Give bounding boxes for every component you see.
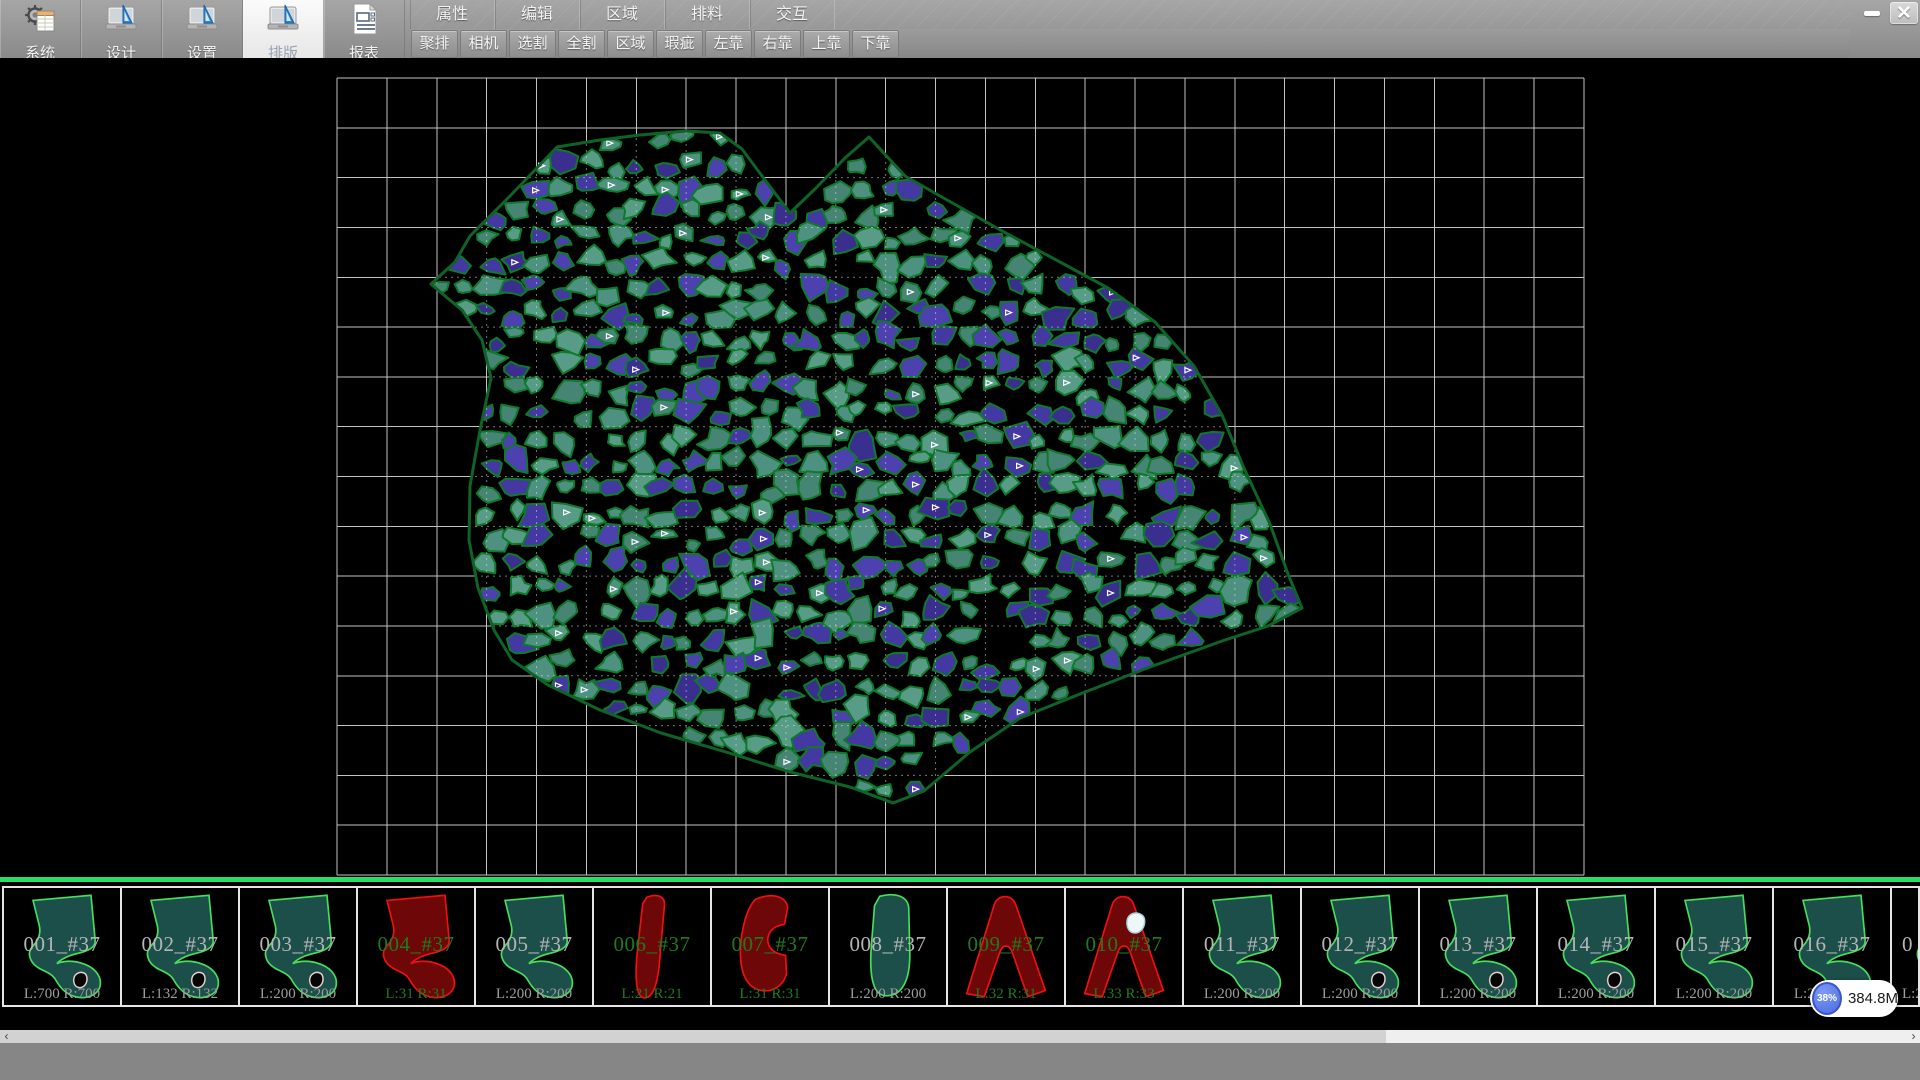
piece-id-label: 011_#37 xyxy=(1184,932,1300,957)
bottom-status-band xyxy=(0,1043,1920,1080)
design-ruler-icon xyxy=(104,0,138,41)
tool-button-全割[interactable]: 全割 xyxy=(558,30,605,58)
piece-thumbnail-5[interactable]: 005_#37 L:200 R:200 xyxy=(476,888,594,1005)
piece-thumbnail-13[interactable]: 013_#37 L:200 R:200 xyxy=(1420,888,1538,1005)
piece-id-label: 006_#37 xyxy=(594,932,710,957)
piece-id-label: 014_#37 xyxy=(1538,932,1654,957)
close-icon: ✕ xyxy=(1896,4,1912,23)
tool-button-区域[interactable]: 区域 xyxy=(607,30,654,58)
piece-thumbnail-15[interactable]: 015_#37 L:200 R:200 xyxy=(1656,888,1774,1005)
piece-thumbnail-4[interactable]: 004_#37 L:31 R:31 xyxy=(358,888,476,1005)
piece-counts-label: L:200 R:200 xyxy=(830,986,946,1003)
piece-counts-label: L:31 R:31 xyxy=(712,986,828,1003)
main-button-系统[interactable]: 系统 xyxy=(0,0,81,58)
tool-button-聚排[interactable]: 聚排 xyxy=(411,30,458,58)
tool-button-右靠[interactable]: 右靠 xyxy=(754,30,801,58)
piece-counts-label: L:700 R:700 xyxy=(4,986,120,1003)
scrollbar-thumb[interactable] xyxy=(13,1030,1386,1043)
tool-buttons-row: 聚排相机选割全割区域瑕疵左靠右靠上靠下靠 xyxy=(410,29,1850,59)
piece-id-label: 012_#37 xyxy=(1302,932,1418,957)
piece-counts-label: L:21 R:21 xyxy=(594,986,710,1003)
piece-thumbnail-12[interactable]: 012_#37 L:200 R:200 xyxy=(1302,888,1420,1005)
tool-button-相机[interactable]: 相机 xyxy=(460,30,507,58)
horizontal-scrollbar[interactable]: ‹ › xyxy=(0,1030,1920,1043)
piece-thumbnail-strip: 001_#37L:700 R:700002_#37L:132 R:132003_… xyxy=(0,882,1920,1030)
window-controls: ✕ xyxy=(1858,2,1918,24)
menu-tab-属性[interactable]: 属性 xyxy=(410,0,495,29)
piece-counts-label: L:200 R:200 xyxy=(240,986,356,1003)
piece-id-label: 016_#37 xyxy=(1774,932,1890,957)
piece-thumbnail-17[interactable]: 0L:2 xyxy=(1892,888,1920,1005)
piece-id-label: 015_#37 xyxy=(1656,932,1772,957)
menu-tab-交互[interactable]: 交互 xyxy=(750,0,835,29)
memory-status-badge: 38% 384.8M xyxy=(1810,980,1898,1017)
piece-counts-label: L:200 R:200 xyxy=(1656,986,1772,1003)
scroll-left-arrow[interactable]: ‹ xyxy=(0,1030,13,1043)
piece-thumbnail-6[interactable]: 006_#37 L:21 R:21 xyxy=(594,888,712,1005)
main-button-报表[interactable]: 报表 xyxy=(324,0,405,58)
piece-thumbnail-1[interactable]: 001_#37 L:700 R:700 xyxy=(4,888,122,1005)
minimize-button[interactable] xyxy=(1858,2,1886,24)
settings-ruler-icon xyxy=(185,0,219,41)
piece-id-label: 007_#37 xyxy=(712,932,828,957)
piece-id-label: 013_#37 xyxy=(1420,932,1536,957)
progress-percent: 38% xyxy=(1817,993,1837,1004)
piece-thumbnail-3[interactable]: 003_#37 L:200 R:200 xyxy=(240,888,358,1005)
piece-thumbnail-8[interactable]: 008_#37 L:200 R:200 xyxy=(830,888,948,1005)
piece-id-label: 010_#37 xyxy=(1066,932,1182,957)
piece-thumbnail-10[interactable]: 010_#37 L:33 R:33 xyxy=(1066,888,1184,1005)
main-button-设计[interactable]: 设计 xyxy=(81,0,162,58)
close-button[interactable]: ✕ xyxy=(1890,2,1918,24)
tool-button-上靠[interactable]: 上靠 xyxy=(803,30,850,58)
tool-button-下靠[interactable]: 下靠 xyxy=(852,30,899,58)
piece-thumbnail-cells: 001_#37L:700 R:700002_#37L:132 R:132003_… xyxy=(2,886,1920,1007)
tool-button-左靠[interactable]: 左靠 xyxy=(705,30,752,58)
piece-id-label: 004_#37 xyxy=(358,932,474,957)
piece-thumbnail-7[interactable]: 007_#37 L:31 R:31 xyxy=(712,888,830,1005)
scroll-right-arrow[interactable]: › xyxy=(1907,1030,1920,1043)
toolbar: 系统设计设置排版报表 属性编辑区域排料交互 聚排相机选割全割区域瑕疵左靠右靠上靠… xyxy=(0,0,1920,58)
main-button-排版[interactable]: 排版 xyxy=(243,0,324,58)
piece-id-label: 009_#37 xyxy=(948,932,1064,957)
piece-counts-label: L:200 R:200 xyxy=(1184,986,1300,1003)
piece-id-label: 008_#37 xyxy=(830,932,946,957)
progress-circle: 38% xyxy=(1812,982,1842,1015)
piece-thumbnail-9[interactable]: 009_#37 L:32 R:31 xyxy=(948,888,1066,1005)
piece-counts-label: L:200 R:200 xyxy=(476,986,592,1003)
piece-counts-label: L:200 R:200 xyxy=(1420,986,1536,1003)
piece-counts-label: L:200 R:200 xyxy=(1538,986,1654,1003)
tool-button-选割[interactable]: 选割 xyxy=(509,30,556,58)
piece-id-label: 002_#37 xyxy=(122,932,238,957)
piece-id-label: 005_#37 xyxy=(476,932,592,957)
system-gear-icon xyxy=(23,0,57,41)
piece-thumbnail-2[interactable]: 002_#37 L:132 R:132 xyxy=(122,888,240,1005)
piece-counts-label: L:31 R:31 xyxy=(358,986,474,1003)
piece-counts-label: L:32 R:31 xyxy=(948,986,1064,1003)
piece-id-label: 0 xyxy=(1892,932,1920,957)
menu-tabs-row: 属性编辑区域排料交互 xyxy=(410,0,1850,29)
minimize-icon xyxy=(1864,11,1880,16)
piece-counts-label: L:33 R:33 xyxy=(1066,986,1182,1003)
piece-thumbnail-11[interactable]: 011_#37 L:200 R:200 xyxy=(1184,888,1302,1005)
nesting-canvas[interactable] xyxy=(0,58,1920,877)
memory-value: 384.8M xyxy=(1848,990,1898,1007)
tool-button-瑕疵[interactable]: 瑕疵 xyxy=(656,30,703,58)
piece-id-label: 003_#37 xyxy=(240,932,356,957)
report-doc-icon xyxy=(347,0,381,41)
menu-tab-区域[interactable]: 区域 xyxy=(580,0,665,29)
nesting-app-window: 系统设计设置排版报表 属性编辑区域排料交互 聚排相机选割全割区域瑕疵左靠右靠上靠… xyxy=(0,0,1920,1080)
piece-id-label: 001_#37 xyxy=(4,932,120,957)
nesting-layout-drawing xyxy=(0,58,1920,877)
menu-tab-排料[interactable]: 排料 xyxy=(665,0,750,29)
main-toolbar-buttons: 系统设计设置排版报表 xyxy=(0,0,405,58)
menu-tab-编辑[interactable]: 编辑 xyxy=(495,0,580,29)
menu-area: 属性编辑区域排料交互 聚排相机选割全割区域瑕疵左靠右靠上靠下靠 xyxy=(410,0,1850,58)
piece-counts-label: L:200 R:200 xyxy=(1302,986,1418,1003)
nesting-ruler-icon xyxy=(266,0,300,41)
piece-counts-label: L:132 R:132 xyxy=(122,986,238,1003)
main-button-设置[interactable]: 设置 xyxy=(162,0,243,58)
piece-thumbnail-14[interactable]: 014_#37 L:200 R:200 xyxy=(1538,888,1656,1005)
